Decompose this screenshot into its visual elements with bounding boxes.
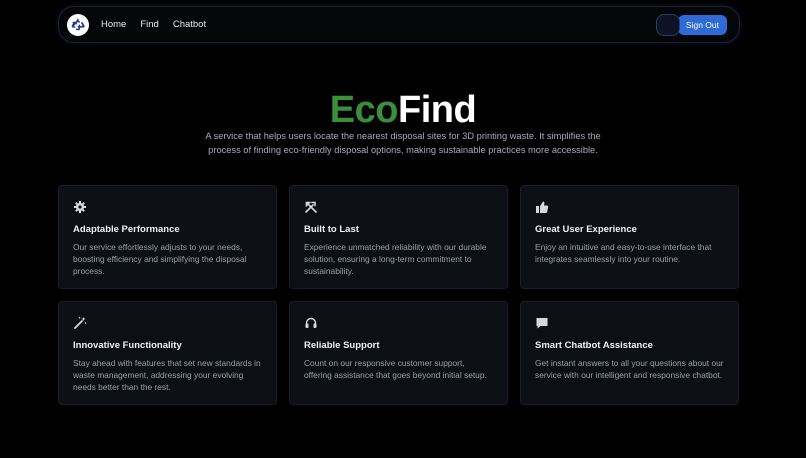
feature-card: Reliable Support Count on our responsive…: [289, 301, 508, 405]
feature-title: Smart Chatbot Assistance: [535, 340, 653, 351]
feature-title: Innovative Functionality: [73, 340, 182, 351]
title-find: Find: [398, 89, 477, 131]
hero-description: A service that helps users locate the ne…: [205, 131, 601, 155]
recycle-icon[interactable]: [67, 13, 89, 36]
theme-toggle-button[interactable]: [655, 13, 680, 36]
title-eco: Eco: [329, 89, 399, 131]
page-title: EcoFind: [0, 89, 806, 132]
headset-icon: [305, 317, 317, 328]
feature-title: Great User Experience: [535, 224, 637, 235]
nav-actions: Sign Out: [655, 13, 727, 36]
tools-icon: [305, 201, 317, 213]
thumbs-up-icon: [536, 201, 549, 213]
feature-card: Innovative Functionality Stay ahead with…: [58, 301, 277, 405]
feature-text: Stay ahead with features that set new st…: [73, 358, 261, 392]
gear-icon: [74, 201, 86, 213]
top-navbar: Home Find Chatbot Sign Out: [58, 6, 740, 43]
moon-icon: [664, 20, 670, 29]
feature-card: Built to Last Experience unmatched relia…: [289, 185, 508, 289]
feature-text: Get instant answers to all your question…: [535, 358, 724, 380]
magic-wand-icon: [74, 317, 87, 329]
feature-text: Our service effortlessly adjusts to your…: [73, 242, 247, 276]
sign-out-button[interactable]: Sign Out: [677, 14, 727, 35]
feature-title: Adaptable Performance: [73, 224, 180, 235]
feature-text: Experience unmatched reliability with ou…: [304, 242, 487, 276]
feature-text: Count on our responsive customer support…: [304, 358, 487, 380]
feature-title: Built to Last: [304, 224, 359, 235]
nav-link-chatbot[interactable]: Chatbot: [173, 19, 206, 30]
feature-card: Great User Experience Enjoy an intuitive…: [520, 185, 739, 289]
chat-icon: [536, 318, 548, 329]
nav-link-home[interactable]: Home: [101, 19, 126, 30]
feature-text: Enjoy an intuitive and easy-to-use inter…: [535, 242, 712, 264]
features-grid: Adaptable Performance Our service effort…: [58, 185, 739, 405]
feature-card: Adaptable Performance Our service effort…: [58, 185, 277, 289]
feature-card: Smart Chatbot Assistance Get instant ans…: [520, 301, 739, 405]
feature-title: Reliable Support: [304, 340, 380, 351]
nav-link-find[interactable]: Find: [140, 19, 158, 30]
